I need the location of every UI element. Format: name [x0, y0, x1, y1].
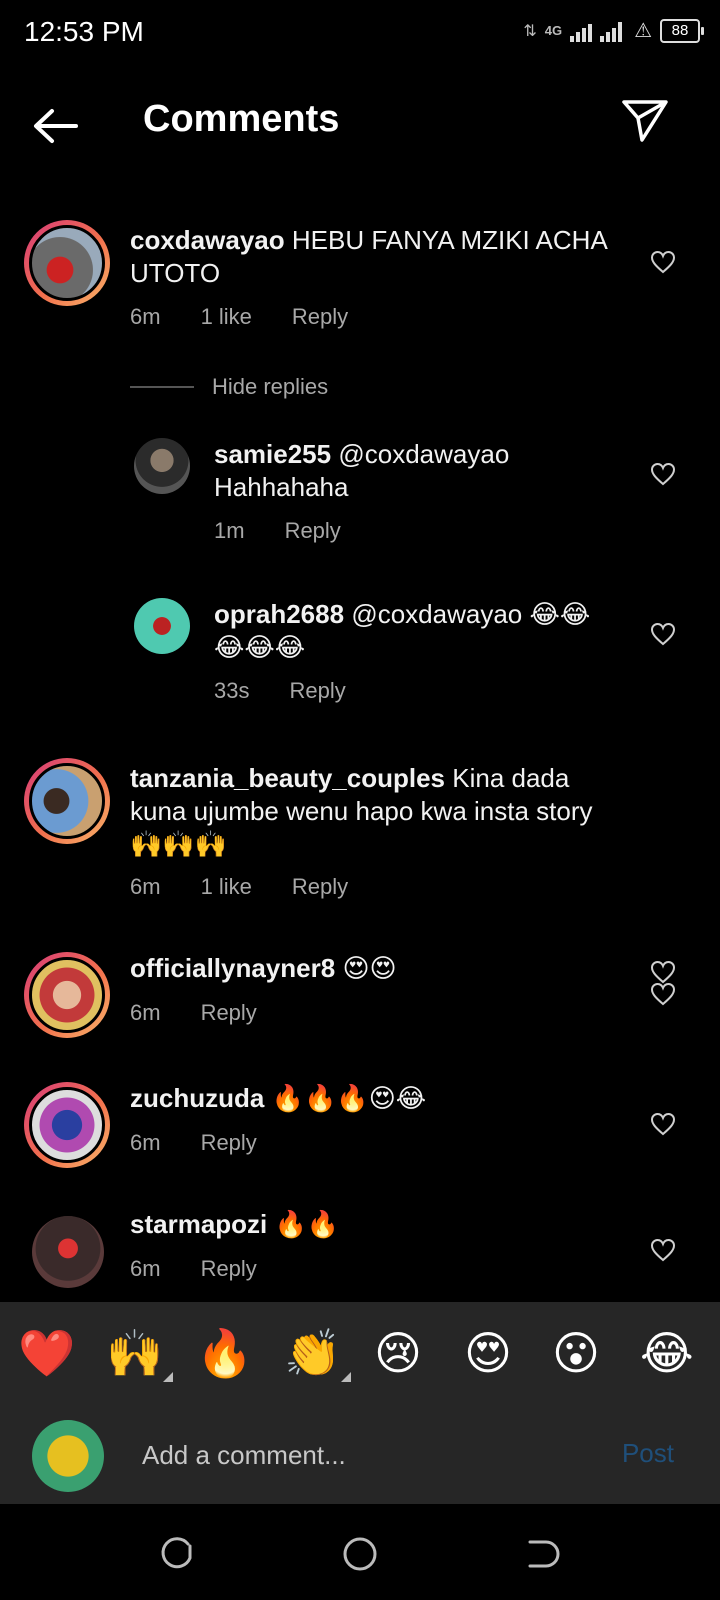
comment-text: samie255 @coxdawayao Hahhahaha: [214, 438, 614, 504]
heart-icon[interactable]: [650, 622, 676, 646]
comment-time: 6m: [130, 1000, 161, 1025]
heart-icon[interactable]: [650, 1112, 676, 1136]
comment-text: zuchuzuda 🔥🔥🔥😍😂: [130, 1082, 630, 1115]
comment-body: 🔥🔥🔥😍😂: [271, 1083, 427, 1113]
reply-button[interactable]: Reply: [292, 304, 348, 330]
emoji-crying[interactable]: 😢: [374, 1328, 422, 1378]
variants-indicator-icon: [163, 1372, 174, 1382]
heart-icon[interactable]: [650, 982, 676, 1006]
emoji-surprised[interactable]: 😮: [552, 1328, 600, 1378]
comment-time: 6m: [130, 304, 161, 329]
avatar[interactable]: [134, 438, 190, 494]
avatar[interactable]: [32, 1216, 104, 1288]
heart-icon[interactable]: [650, 462, 676, 486]
variants-indicator-icon: [341, 1372, 352, 1382]
reply-button[interactable]: Reply: [285, 518, 341, 544]
back-nav-icon[interactable]: [520, 1534, 560, 1574]
comment-input[interactable]: [140, 1432, 584, 1478]
back-arrow-icon[interactable]: [30, 106, 82, 146]
emoji-clap[interactable]: 👏: [284, 1327, 352, 1382]
home-icon[interactable]: [340, 1534, 380, 1574]
alert-icon: ⚠: [634, 20, 652, 42]
comment-meta: 6m Reply: [130, 1256, 257, 1282]
comment-meta: 33s Reply: [214, 678, 346, 704]
comment-username[interactable]: samie255: [214, 439, 331, 469]
comment-text: coxdawayao HEBU FANYA MZIKI ACHA UTOTO: [130, 224, 630, 290]
reply-button[interactable]: Reply: [292, 874, 348, 900]
header: Comments: [0, 86, 720, 166]
comment-text: officiallynayner8 😍😍: [130, 952, 630, 985]
reply-button[interactable]: Reply: [289, 678, 345, 704]
comment-meta: 6m Reply: [130, 1130, 257, 1156]
post-button[interactable]: Post: [622, 1438, 674, 1469]
comment-username[interactable]: tanzania_beauty_couples: [130, 763, 445, 793]
comment-meta: 6m 1 like Reply: [130, 304, 348, 330]
comment-meta: 1m Reply: [214, 518, 341, 544]
emoji-raised-hands[interactable]: 🙌: [106, 1327, 174, 1382]
comment-meta: 6m Reply: [130, 1000, 257, 1026]
comment-time: 6m: [130, 874, 161, 899]
comment-composer: Post: [0, 1408, 720, 1504]
signal-icon: [570, 21, 623, 42]
comment-time: 33s: [214, 678, 250, 703]
current-user-avatar: [32, 1420, 104, 1492]
heart-icon[interactable]: [650, 960, 676, 984]
reply-button[interactable]: Reply: [201, 1000, 257, 1026]
emoji-fire[interactable]: 🔥: [196, 1328, 253, 1378]
emoji-heart-eyes[interactable]: 😍: [464, 1328, 512, 1378]
page-title: Comments: [143, 98, 340, 140]
status-icons: ⇅ 4G ⚠ 88: [523, 18, 704, 43]
comment-body: 😍😍: [342, 953, 397, 983]
comment-body: 🔥🔥: [274, 1209, 340, 1239]
hide-replies-button[interactable]: Hide replies: [130, 374, 328, 400]
reply-button[interactable]: Reply: [201, 1256, 257, 1282]
data-arrows-icon: ⇅: [523, 22, 537, 40]
emoji-laughing[interactable]: 😂: [640, 1328, 694, 1378]
comment-text: starmapozi 🔥🔥: [130, 1208, 630, 1241]
comment-time: 6m: [130, 1256, 161, 1281]
status-bar: 12:53 PM ⇅ 4G ⚠ 88: [0, 0, 720, 66]
comment-username[interactable]: coxdawayao: [130, 225, 285, 255]
emoji-clap-glyph: 👏: [284, 1327, 342, 1379]
comment-username[interactable]: zuchuzuda: [130, 1083, 264, 1113]
system-nav-bar: [0, 1504, 720, 1600]
battery-icon: 88: [660, 18, 704, 43]
emoji-heart[interactable]: ❤️: [18, 1328, 75, 1378]
comment-likes[interactable]: 1 like: [201, 874, 252, 900]
heart-icon[interactable]: [650, 1238, 676, 1262]
comment-time: 6m: [130, 1130, 161, 1155]
comment-likes[interactable]: 1 like: [201, 304, 252, 330]
comment-time: 1m: [214, 518, 245, 543]
comment-meta: 6m 1 like Reply: [130, 874, 348, 900]
avatar[interactable]: [24, 220, 110, 306]
avatar[interactable]: [24, 758, 110, 844]
avatar[interactable]: [134, 598, 190, 654]
send-icon[interactable]: [620, 96, 670, 146]
emoji-raised-hands-glyph: 🙌: [106, 1327, 164, 1379]
recent-apps-icon[interactable]: [158, 1534, 198, 1574]
divider: [130, 386, 194, 388]
avatar[interactable]: [24, 952, 110, 1038]
reply-button[interactable]: Reply: [201, 1130, 257, 1156]
comment-text: tanzania_beauty_couples Kina dada kuna u…: [130, 762, 630, 861]
comment-username[interactable]: starmapozi: [130, 1209, 267, 1239]
comment-username[interactable]: oprah2688: [214, 599, 344, 629]
status-time: 12:53 PM: [24, 16, 144, 47]
comment-text: oprah2688 @coxdawayao 😂😂😂😂😂: [214, 598, 614, 664]
heart-icon[interactable]: [650, 250, 676, 274]
avatar[interactable]: [24, 1082, 110, 1168]
emoji-quick-bar: ❤️ 🙌 🔥 👏 😢 😍 😮 😂: [0, 1302, 720, 1408]
network-type: 4G: [544, 23, 563, 38]
hide-replies-label: Hide replies: [212, 374, 329, 399]
comment-username[interactable]: officiallynayner8: [130, 953, 335, 983]
